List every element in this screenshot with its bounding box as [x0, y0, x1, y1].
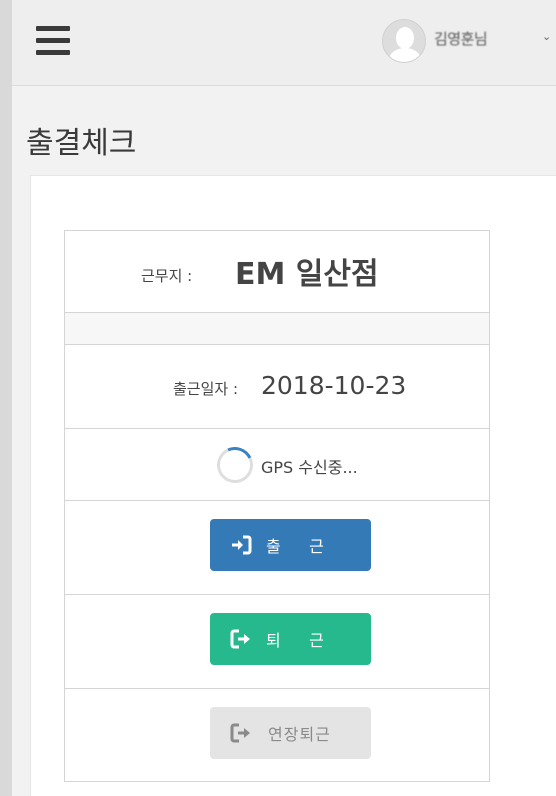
clock-out-label: 퇴 근 [266, 633, 336, 650]
sign-out-icon [230, 722, 252, 744]
spacer-row [65, 313, 489, 345]
date-row: 출근일자 : 2018-10-23 [65, 345, 489, 429]
username[interactable]: 김영훈님 [434, 28, 488, 49]
app-frame: 김영훈님 ⌄ 출결체크 근무지 : EM 일산점 출근일자 : 2018-10-… [0, 0, 556, 796]
site-row: 근무지 : EM 일산점 [65, 231, 489, 313]
site-value: EM 일산점 [235, 257, 379, 292]
avatar-shoulders [389, 48, 421, 62]
page-title: 출결체크 [26, 126, 137, 161]
sign-out-icon [230, 628, 252, 650]
clock-in-row: 출 근 [65, 501, 489, 595]
date-value: 2018-10-23 [261, 371, 407, 400]
gps-status: GPS 수신중... [261, 458, 358, 477]
chevron-down-icon[interactable]: ⌄ [542, 30, 551, 43]
left-edge [0, 0, 12, 796]
top-navbar: 김영훈님 ⌄ [12, 0, 556, 86]
date-label: 출근일자 : [173, 380, 239, 398]
site-label: 근무지 : [141, 267, 193, 285]
user-avatar[interactable] [382, 19, 426, 63]
loading-spinner-icon [211, 441, 259, 489]
clock-out-row: 퇴 근 [65, 595, 489, 689]
gps-row: GPS 수신중... [65, 429, 489, 501]
hamburger-menu-icon[interactable] [36, 26, 72, 56]
clock-in-button[interactable]: 출 근 [210, 519, 371, 571]
overtime-row: 연장퇴근 [65, 689, 489, 783]
overtime-clock-out-label: 연장퇴근 [268, 727, 331, 744]
clock-in-label: 출 근 [266, 539, 336, 556]
clock-out-button[interactable]: 퇴 근 [210, 613, 371, 665]
checkin-table: 근무지 : EM 일산점 출근일자 : 2018-10-23 GPS 수신중..… [64, 230, 490, 782]
sign-in-icon [230, 534, 252, 556]
overtime-clock-out-button[interactable]: 연장퇴근 [210, 707, 371, 759]
avatar-head [396, 27, 414, 49]
